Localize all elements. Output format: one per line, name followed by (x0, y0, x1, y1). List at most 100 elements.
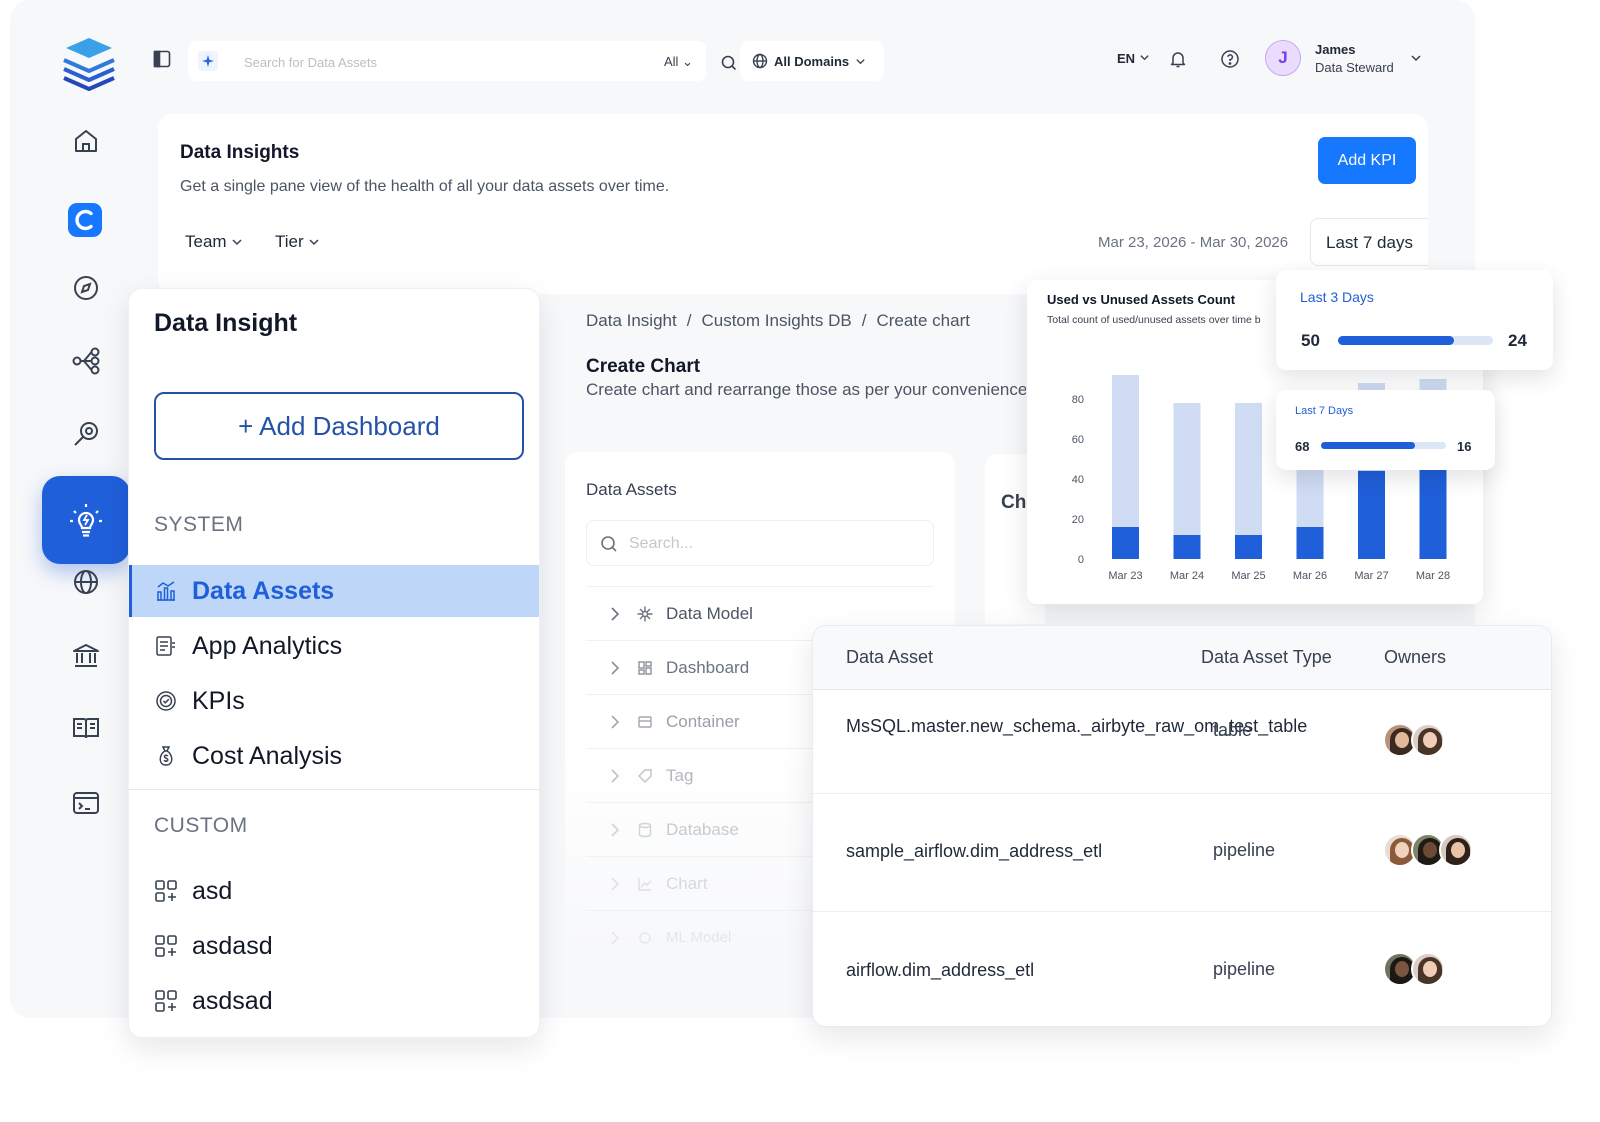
nav-item-label: Data Assets (192, 576, 335, 605)
data-asset-name[interactable]: airflow.dim_address_etl (846, 955, 1146, 985)
sql-terminal-icon[interactable] (62, 779, 110, 827)
team-filter-dropdown[interactable]: Team (185, 232, 243, 252)
chevron-down-icon (309, 239, 319, 246)
kpi-card-last-3-days[interactable]: Last 3 Days 50 24 (1276, 270, 1553, 370)
bar-used (1235, 535, 1262, 559)
assets-search-input[interactable]: Search... (586, 520, 934, 566)
data-assets-icon (157, 581, 175, 601)
ai-sparkle-icon[interactable] (198, 51, 218, 71)
add-kpi-button[interactable]: Add KPI (1318, 137, 1416, 184)
tier-filter-dropdown[interactable]: Tier (275, 232, 320, 252)
lineage-icon[interactable] (62, 337, 110, 385)
add-dashboard-button[interactable]: + Add Dashboard (154, 392, 524, 460)
glossary-book-icon[interactable] (62, 704, 110, 752)
kpi-progress-fill (1338, 336, 1455, 345)
custom-dashboard-item[interactable]: asd (129, 865, 539, 917)
toggle-sidebar-icon[interactable] (153, 50, 171, 68)
period-selector[interactable]: Last 7 days (1310, 218, 1428, 266)
governance-icon[interactable] (62, 632, 110, 680)
kpi-value-left: 68 (1295, 439, 1310, 454)
column-header-owners[interactable]: Owners (1384, 647, 1446, 668)
create-chart-description: Create chart and rearrange those as per … (586, 380, 1026, 399)
chevron-down-icon: ⌄ (682, 54, 693, 69)
data-insight-side-panel: Data Insight + Add Dashboard SYSTEM Data… (128, 288, 540, 1038)
kpi-card-last-7-days[interactable]: Last 7 Days 68 16 (1276, 390, 1495, 470)
table-header: Data Asset Data Asset Type Owners (813, 626, 1551, 690)
left-nav-rail (10, 0, 140, 1018)
table-row[interactable]: MsSQL.master.new_schema._airbyte_raw_om_… (813, 690, 1551, 794)
user-avatar[interactable]: J (1265, 40, 1301, 76)
assets-search-placeholder: Search... (629, 535, 694, 552)
avatar-face (1395, 732, 1409, 748)
help-icon[interactable] (1220, 49, 1240, 69)
breadcrumb: Data Insight / Custom Insights DB / Create… (586, 311, 970, 331)
search-scope-dropdown[interactable]: All ⌄ (664, 54, 693, 70)
breadcrumb-separator: / (861, 311, 867, 330)
avatar-face (1395, 961, 1409, 977)
owner-avatar[interactable] (1439, 833, 1473, 867)
explore-compass-icon[interactable] (62, 264, 110, 312)
page-description: Get a single pane view of the health of … (180, 178, 670, 195)
custom-section-label: CUSTOM (154, 814, 248, 837)
nav-item-data-assets[interactable]: Data Assets (129, 565, 539, 617)
global-search-bar[interactable]: Search for Data Assets All ⌄ (188, 41, 737, 81)
table-row[interactable]: sample_airflow.dim_address_etl pipeline (813, 794, 1551, 912)
chart-icon (638, 877, 652, 891)
language-label: EN (1117, 51, 1136, 66)
kpi-progress-track (1321, 442, 1446, 449)
observability-icon[interactable] (62, 410, 110, 458)
side-panel-title: Data Insight (154, 309, 298, 337)
breadcrumb-item[interactable]: Data Insight (586, 311, 677, 331)
breadcrumb-item-current: Create chart (876, 311, 970, 330)
x-tick-label: Mar 27 (1354, 570, 1388, 582)
notifications-bell-icon[interactable] (1168, 49, 1188, 69)
period-label: Last 7 days (1326, 233, 1413, 252)
nav-item-kpis[interactable]: KPIs (129, 675, 539, 727)
nav-item-app-analytics[interactable]: App Analytics (129, 620, 539, 672)
custom-dashboard-item[interactable]: asdasd (129, 920, 539, 972)
bar-unused (1235, 403, 1262, 535)
column-header-data-asset-type[interactable]: Data Asset Type (1201, 647, 1332, 668)
chevron-right-icon (611, 714, 620, 729)
data-asset-type: pipeline (1213, 959, 1276, 979)
owner-avatars (1383, 723, 1445, 757)
avatar-face (1423, 842, 1437, 858)
avatar-face (1395, 842, 1409, 858)
y-tick-label: 80 (1072, 394, 1084, 406)
column-header-data-asset[interactable]: Data Asset (846, 647, 933, 668)
y-tick-label: 40 (1072, 474, 1084, 486)
add-widget-icon (155, 990, 177, 1012)
app-logo-icon[interactable] (56, 36, 122, 92)
bar-used (1296, 527, 1324, 559)
data-asset-name[interactable]: sample_airflow.dim_address_etl (846, 836, 1146, 866)
owner-avatar[interactable] (1411, 723, 1445, 757)
chevron-right-icon (611, 606, 620, 621)
ml-model-icon (639, 931, 651, 944)
page-title: Data Insights (180, 142, 300, 163)
insights-bulb-icon[interactable] (42, 476, 130, 564)
owner-avatars (1383, 833, 1473, 867)
y-tick-label: 60 (1072, 434, 1084, 446)
nav-item-cost-analysis[interactable]: Cost Analysis (129, 730, 539, 782)
search-input[interactable]: Search for Data Assets (244, 55, 377, 70)
add-widget-icon (155, 935, 177, 957)
system-section-label: SYSTEM (154, 513, 244, 536)
custom-dashboard-item[interactable]: asdsad (129, 975, 539, 1027)
data-asset-name[interactable]: MsSQL.master.new_schema._airbyte_raw_om_… (846, 711, 1307, 741)
tree-item-label: Database (666, 819, 739, 839)
user-menu-chevron-icon[interactable] (1410, 52, 1422, 64)
cost-analysis-icon (159, 746, 173, 766)
table-row[interactable]: airflow.dim_address_etl pipeline (813, 912, 1551, 1026)
owner-avatar[interactable] (1411, 952, 1445, 986)
domains-globe-icon[interactable] (62, 558, 110, 606)
home-icon[interactable] (62, 117, 110, 165)
collate-logo-icon[interactable] (68, 203, 102, 237)
language-selector[interactable]: EN (1117, 51, 1150, 66)
chevron-down-icon (856, 58, 865, 64)
globe-icon (752, 53, 768, 69)
custom-dashboard-label: asd (192, 876, 233, 905)
search-icon[interactable] (720, 54, 738, 72)
domain-selector[interactable]: All Domains (740, 41, 884, 81)
chevron-right-icon (611, 822, 620, 837)
breadcrumb-item[interactable]: Custom Insights DB (701, 311, 851, 331)
